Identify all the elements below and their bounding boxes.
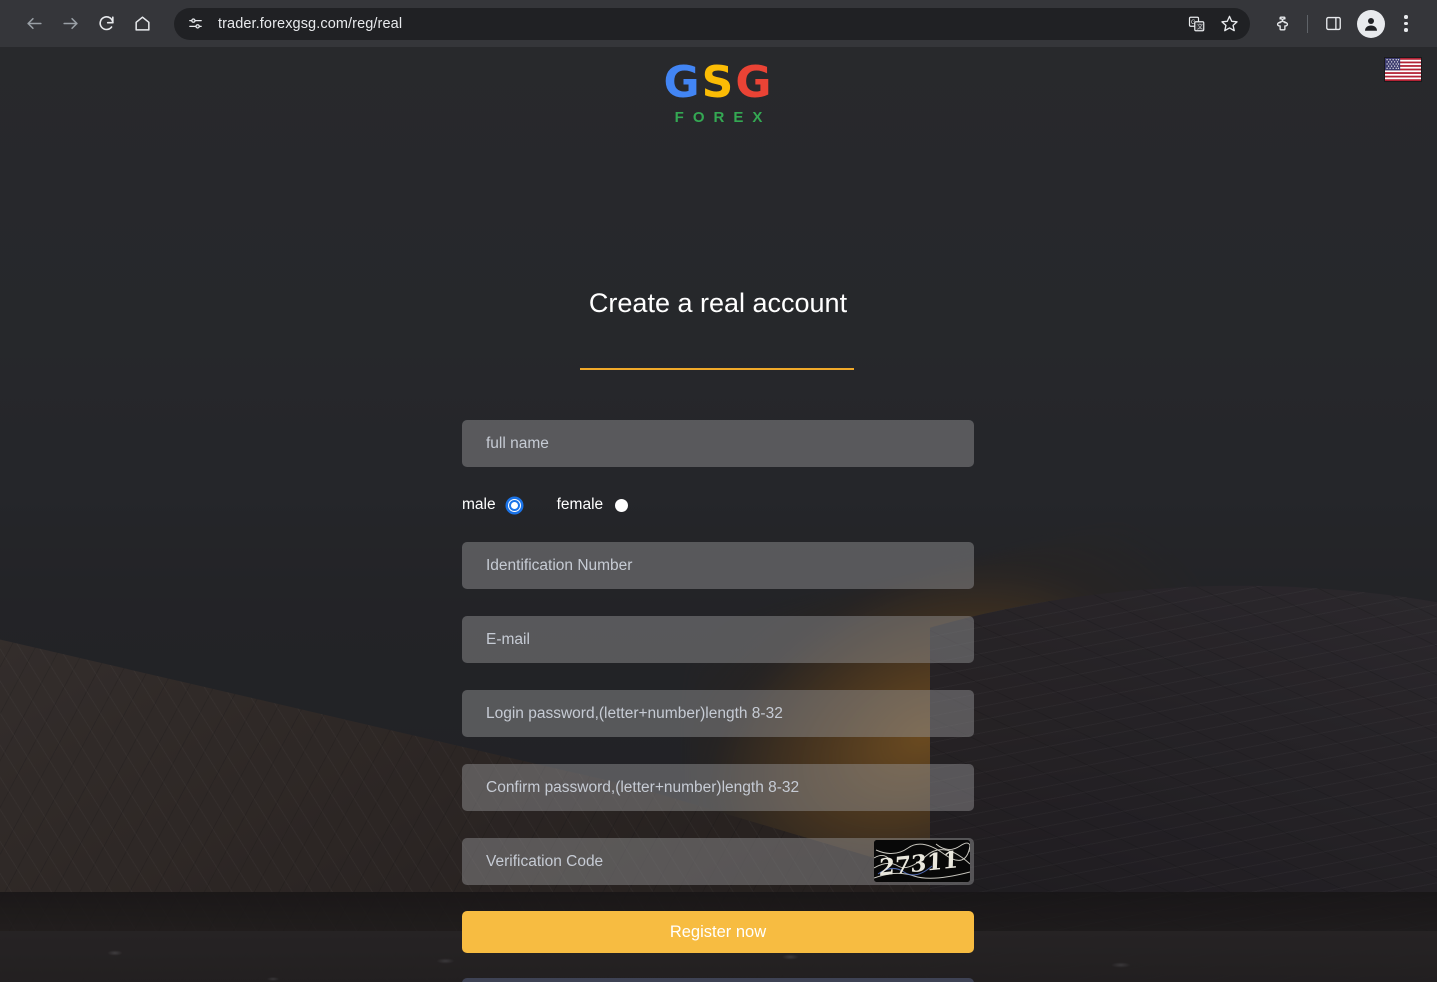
url-text: trader.forexgsg.com/reg/real	[218, 15, 403, 32]
logo-wordmark: GSG	[0, 61, 1437, 105]
star-bookmark-icon[interactable]	[1214, 9, 1244, 39]
toolbar-divider	[1307, 14, 1308, 33]
forward-arrow-icon[interactable]	[54, 8, 86, 40]
extensions-puzzle-icon[interactable]	[1266, 8, 1298, 40]
sign-in-button[interactable]: Sign in	[462, 978, 974, 982]
radio-female[interactable]	[615, 498, 629, 512]
captcha-image[interactable]: 27311	[874, 840, 970, 882]
browser-toolbar: trader.forexgsg.com/reg/real G 文	[0, 0, 1437, 47]
logo-subtitle: FOREX	[674, 109, 772, 126]
site-settings-icon[interactable]	[182, 11, 208, 37]
home-icon[interactable]	[126, 8, 158, 40]
address-bar[interactable]: trader.forexgsg.com/reg/real G 文	[174, 7, 1250, 40]
reload-icon[interactable]	[90, 8, 122, 40]
browser-actions	[1264, 8, 1427, 40]
register-now-button[interactable]: Register now	[462, 911, 974, 953]
title-underline	[580, 368, 854, 370]
full-name-input[interactable]	[462, 420, 974, 467]
gender-female-label: female	[556, 496, 604, 513]
gender-option-female[interactable]: female	[557, 496, 629, 514]
email-input[interactable]	[462, 616, 974, 663]
translate-icon[interactable]: G 文	[1182, 9, 1212, 39]
identification-number-input[interactable]	[462, 542, 974, 589]
logo-letter-g2: G	[735, 57, 774, 108]
login-password-input[interactable]	[462, 690, 974, 737]
radio-male[interactable]	[507, 498, 521, 512]
page-viewport: GSG FOREX Create a real account male fem…	[0, 47, 1437, 982]
logo-letter-s: S	[701, 57, 736, 108]
profile-avatar-icon[interactable]	[1357, 9, 1385, 38]
site-logo[interactable]: GSG FOREX	[0, 61, 1437, 127]
omnibox-actions: G 文	[1180, 9, 1244, 39]
back-arrow-icon[interactable]	[18, 8, 50, 40]
gender-male-label: male	[462, 496, 496, 513]
confirm-password-input[interactable]	[462, 764, 974, 811]
gender-radio-group: male female	[462, 493, 974, 517]
page-title: Create a real account	[588, 288, 848, 318]
page-content: GSG FOREX Create a real account male fem…	[0, 47, 1437, 982]
logo-letter-g1: G	[663, 57, 702, 108]
side-panel-icon[interactable]	[1317, 8, 1349, 40]
three-dot-menu-icon[interactable]	[1391, 8, 1421, 40]
gender-option-male[interactable]: male	[462, 496, 521, 514]
